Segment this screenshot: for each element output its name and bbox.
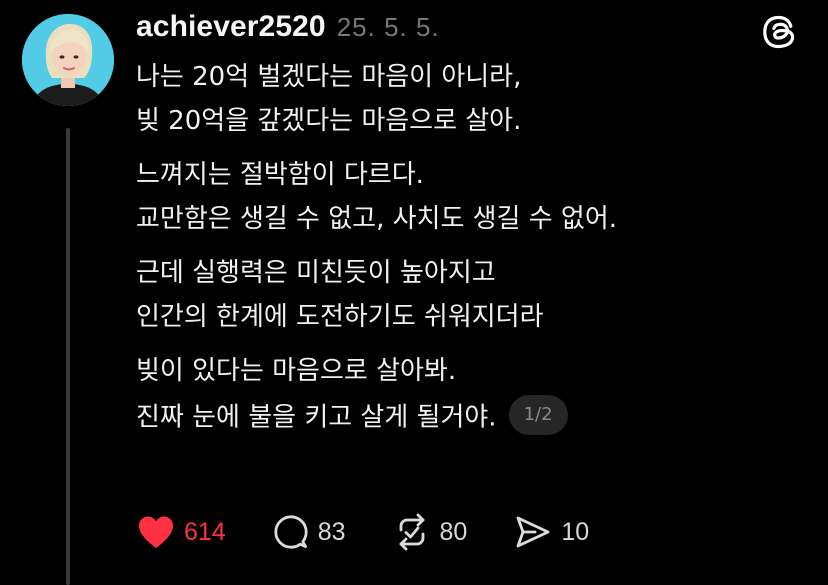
threads-post: achiever2520 25. 5. 5. 나는 20억 벌겠다는 마음이 아… xyxy=(0,0,828,585)
text-line: 나는 20억 벌겠다는 마음이 아니라, xyxy=(136,62,522,92)
paragraph-4: 빚이 있다는 마음으로 살아봐. 진짜 눈에 불을 키고 살게 될거야. 1/2 xyxy=(136,354,696,435)
text-line-last: 진짜 눈에 불을 키고 살게 될거야. xyxy=(136,402,497,433)
text-line: 빚이 있다는 마음으로 살아봐. xyxy=(136,356,457,386)
like-count: 614 xyxy=(184,517,226,546)
thread-connector-line xyxy=(66,128,70,585)
post-body: 나는 20억 벌겠다는 마음이 아니라, 빚 20억을 갚겠다는 마음으로 살아… xyxy=(136,60,696,452)
action-bar: 614 83 80 10 xyxy=(136,512,635,552)
paragraph-2: 느껴지는 절박함이 다르다. 교만함은 생길 수 없고, 사치도 생길 수 없어… xyxy=(136,158,696,236)
comment-count: 83 xyxy=(317,517,346,546)
paragraph-3: 근데 실행력은 미친듯이 높아지고 인간의 한계에 도전하기도 쉬워지더라 xyxy=(136,256,696,334)
text-line-with-indicator: 진짜 눈에 불을 키고 살게 될거야. 1/2 xyxy=(136,395,696,435)
send-icon xyxy=(516,516,550,548)
share-button[interactable]: 10 xyxy=(513,512,589,552)
repost-button[interactable]: 80 xyxy=(392,512,468,552)
like-button[interactable]: 614 xyxy=(136,512,226,552)
share-count: 10 xyxy=(561,517,590,546)
threads-logo-icon[interactable] xyxy=(758,12,798,52)
avatar-portrait-icon xyxy=(22,14,114,106)
text-line: 빚 20억을 갚겠다는 마음으로 살아. xyxy=(136,106,522,136)
comment-bubble-icon xyxy=(274,515,308,549)
text-line: 교만함은 생길 수 없고, 사치도 생길 수 없어. xyxy=(136,204,618,234)
comment-button[interactable]: 83 xyxy=(272,512,346,552)
page-indicator-badge[interactable]: 1/2 xyxy=(508,395,568,435)
username-link[interactable]: achiever2520 xyxy=(136,10,326,44)
post-header: achiever2520 25. 5. 5. xyxy=(136,10,440,50)
post-timestamp: 25. 5. 5. xyxy=(336,12,440,42)
heart-filled-icon xyxy=(139,516,173,548)
repost-count: 80 xyxy=(439,517,468,546)
text-line: 느껴지는 절박함이 다르다. xyxy=(136,160,424,190)
text-line: 근데 실행력은 미친듯이 높아지고 xyxy=(136,258,496,288)
text-line: 인간의 한계에 도전하기도 쉬워지더라 xyxy=(136,302,544,332)
repost-icon xyxy=(399,513,424,551)
avatar[interactable] xyxy=(22,14,114,106)
paragraph-1: 나는 20억 벌겠다는 마음이 아니라, 빚 20억을 갚겠다는 마음으로 살아… xyxy=(136,60,696,138)
